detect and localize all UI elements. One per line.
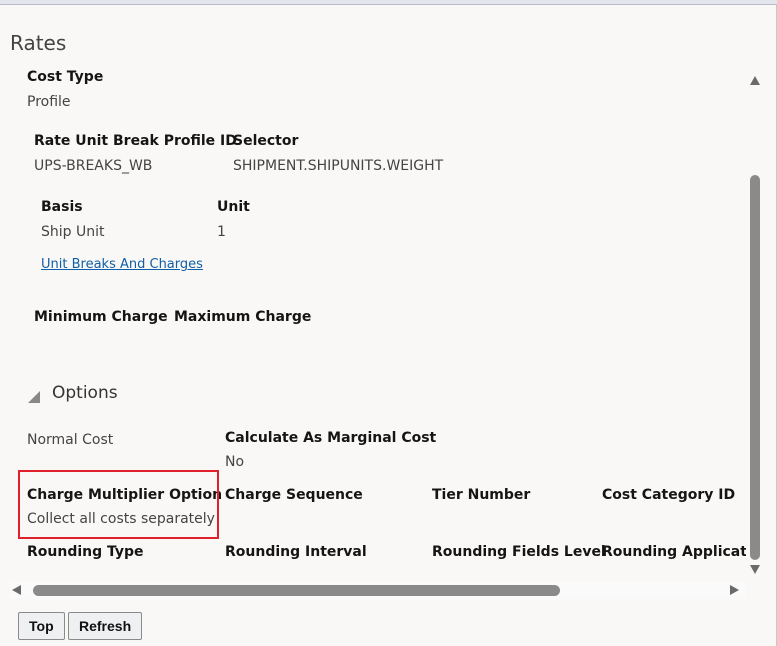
normal-cost-label: Normal Cost <box>27 432 114 448</box>
rounding-interval-label: Rounding Interval <box>225 544 367 560</box>
page-title: Rates <box>10 31 67 55</box>
collapse-triangle-icon[interactable] <box>28 391 40 403</box>
maximum-charge-label: Maximum Charge <box>174 309 312 325</box>
rounding-application-label: Rounding Applicatio <box>602 544 746 560</box>
calculate-marginal-value: No <box>225 454 245 470</box>
top-button[interactable]: Top <box>18 612 65 640</box>
cost-type-value: Profile <box>27 94 71 110</box>
rounding-type-label: Rounding Type <box>27 544 144 560</box>
selector-label: Selector <box>233 133 299 149</box>
basis-value: Ship Unit <box>41 224 105 240</box>
scroll-right-icon[interactable] <box>730 585 739 595</box>
selector-value: SHIPMENT.SHIPUNITS.WEIGHT <box>233 158 444 174</box>
unit-breaks-and-charges-link[interactable]: Unit Breaks And Charges <box>41 257 203 272</box>
vertical-scroll-thumb[interactable] <box>750 175 760 560</box>
refresh-button[interactable]: Refresh <box>68 612 143 640</box>
horizontal-scrollbar[interactable] <box>10 582 746 599</box>
unit-value: 1 <box>217 224 226 240</box>
charge-sequence-label: Charge Sequence <box>225 487 363 503</box>
basis-label: Basis <box>41 199 83 215</box>
highlight-box <box>18 470 219 539</box>
minimum-charge-label: Minimum Charge <box>34 309 168 325</box>
scroll-left-icon[interactable] <box>12 585 21 595</box>
rate-unit-break-profile-value: UPS-BREAKS_WB <box>34 158 153 174</box>
cost-category-label: Cost Category ID <box>602 487 736 503</box>
cost-type-label: Cost Type <box>27 69 104 85</box>
rounding-fields-level-label: Rounding Fields Level <box>432 544 606 560</box>
top-border <box>0 0 777 5</box>
rate-unit-break-profile-label: Rate Unit Break Profile ID <box>34 133 237 149</box>
vertical-scrollbar[interactable] <box>748 70 762 580</box>
options-section-title[interactable]: Options <box>52 383 118 403</box>
unit-label: Unit <box>217 199 250 215</box>
calculate-marginal-label: Calculate As Marginal Cost <box>225 430 437 446</box>
horizontal-scroll-thumb[interactable] <box>33 585 560 596</box>
tier-number-label: Tier Number <box>432 487 531 503</box>
scroll-down-icon[interactable] <box>750 565 760 574</box>
scroll-up-icon[interactable] <box>750 76 760 85</box>
